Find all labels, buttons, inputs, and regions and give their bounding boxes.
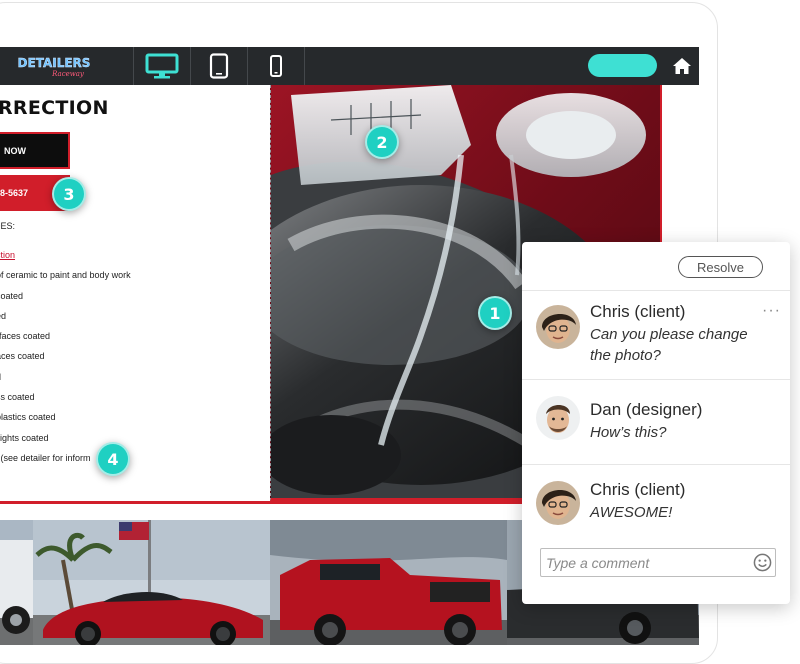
service-link[interactable]: ction (0, 249, 131, 269)
tablet-view-button[interactable] (191, 47, 247, 85)
dan-avatar-image (536, 396, 580, 440)
avatar (536, 305, 580, 349)
more-options-icon[interactable]: ··· (762, 302, 781, 320)
comment-author: Chris (client) (590, 480, 686, 499)
svg-text:DETAILERS: DETAILERS (18, 56, 91, 70)
gallery-image-suv[interactable] (0, 520, 33, 645)
emoji-icon[interactable] (753, 553, 772, 572)
page-content: RRECTION NOW 8-5637 DES: ction of cerami… (0, 85, 270, 501)
comment-item: Chris (client) Can you please change the… (522, 290, 790, 379)
comment-author: Chris (client) (590, 302, 686, 321)
list-item: aces coated (0, 351, 45, 362)
tablet-icon (209, 53, 229, 79)
comment-item: Dan (designer) How’s this? (522, 379, 790, 464)
chris-avatar-image (536, 305, 580, 349)
page-heading: RRECTION (0, 97, 109, 119)
white-suv-photo (0, 520, 33, 645)
chris-avatar-image (536, 481, 580, 525)
resolve-button[interactable]: Resolve (678, 256, 763, 278)
annotation-marker-2[interactable]: 2 (365, 125, 399, 159)
list-item: ed (0, 310, 7, 321)
gallery-image-truck[interactable] (270, 520, 507, 645)
mobile-icon (270, 55, 282, 77)
list-item: coated (0, 290, 24, 301)
annotation-marker-1[interactable]: 1 (478, 296, 512, 330)
svg-text:Raceway: Raceway (51, 70, 85, 78)
service-list: ction of ceramic to paint and body work … (0, 249, 131, 472)
comment-text: How’s this? (590, 424, 667, 441)
avatar (536, 481, 580, 525)
red-sports-car-photo (33, 520, 270, 645)
annotation-marker-3[interactable]: 3 (52, 177, 86, 211)
desktop-view-button[interactable] (134, 47, 190, 85)
site-logo: DETAILERS Raceway (17, 56, 91, 78)
comment-panel: Resolve Chris (client) Can you please ch… (522, 242, 790, 604)
list-item: plastics coated (0, 412, 56, 423)
book-now-button[interactable]: NOW (0, 132, 70, 169)
list-item: rfaces coated (0, 331, 51, 342)
desktop-icon (145, 53, 179, 79)
red-pickup-truck-photo (270, 520, 507, 645)
editor-toolbar: DETAILERS Raceway (0, 47, 699, 85)
comment-author: Dan (designer) (590, 400, 703, 419)
includes-label: DES: (0, 221, 16, 231)
list-item: d (0, 371, 131, 391)
gallery-image-corvette[interactable] (33, 520, 270, 645)
avatar (536, 396, 580, 440)
comment-item: Chris (client) AWESOME! (522, 464, 790, 539)
list-item: of ceramic to paint and body work (0, 270, 131, 281)
list-item: ss coated (0, 392, 35, 403)
comment-text: AWESOME! (590, 504, 673, 521)
home-icon[interactable] (672, 56, 692, 76)
mobile-view-button[interactable] (248, 47, 304, 85)
publish-button[interactable] (588, 54, 657, 77)
comment-text: Can you please change the photo? (590, 326, 748, 364)
comment-input[interactable] (540, 548, 776, 577)
toolbar-divider (304, 47, 305, 85)
annotation-marker-4[interactable]: 4 (96, 442, 130, 476)
